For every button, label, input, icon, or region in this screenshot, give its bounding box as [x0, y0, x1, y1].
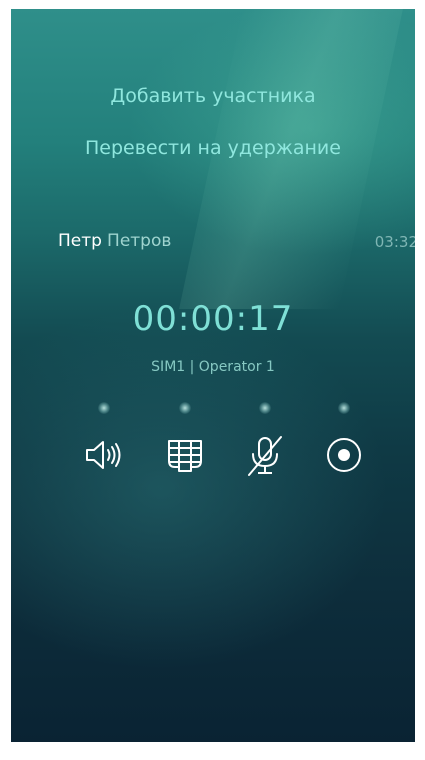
- record-state-indicator: [338, 402, 350, 414]
- caller-last-name: Петров: [107, 231, 172, 251]
- caller-row: Петр Петров 03:32: [58, 231, 415, 257]
- record-icon: [327, 438, 361, 472]
- mute-state-indicator: [259, 402, 271, 414]
- status-clock: 03:32: [374, 233, 415, 251]
- hold-call-menu-item[interactable]: Перевести на удержание: [11, 137, 415, 159]
- keypad-state-indicator: [179, 402, 191, 414]
- keypad-button[interactable]: [163, 433, 207, 477]
- sim-operator-label: SIM1 | Operator 1: [151, 359, 275, 375]
- call-screen: Добавить участника Перевести на удержани…: [11, 9, 415, 742]
- keypad-icon: [168, 440, 202, 472]
- speaker-button[interactable]: [81, 433, 125, 477]
- record-button[interactable]: [322, 433, 366, 477]
- mute-button[interactable]: [243, 433, 287, 477]
- speaker-state-indicator: [98, 402, 110, 414]
- speaker-icon: [86, 441, 121, 469]
- caller-first-name: Петр: [58, 231, 102, 251]
- background-light-streak: [179, 9, 403, 309]
- call-duration-timer: 00:00:17: [132, 299, 294, 339]
- add-participant-menu-item[interactable]: Добавить участника: [11, 85, 415, 107]
- mute-microphone-icon: [248, 436, 282, 476]
